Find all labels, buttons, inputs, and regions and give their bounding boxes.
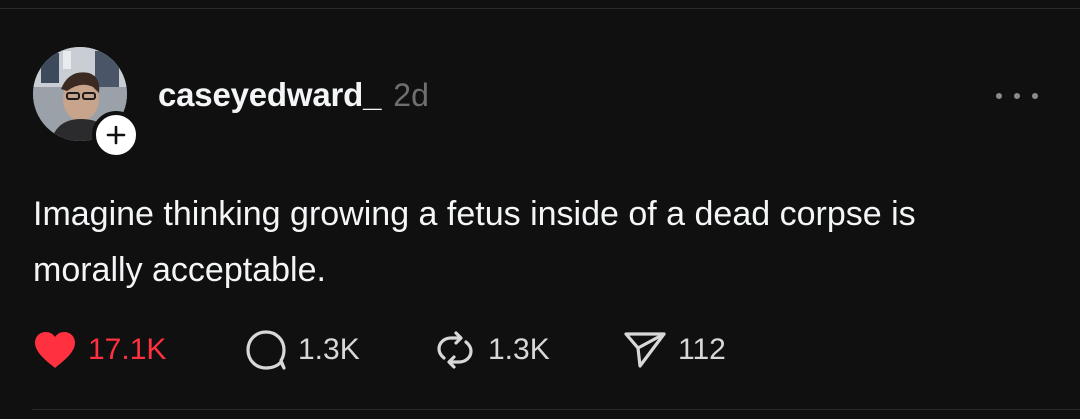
comment-count: 1.3K [298,333,360,366]
author-avatar-container[interactable] [33,47,140,159]
like-count: 17.1K [88,333,167,366]
heart-icon [35,332,75,368]
plus-icon [106,125,126,145]
username-link[interactable]: caseyedward_ [158,78,381,111]
repost-button[interactable]: 1.3K [432,328,550,372]
ellipsis-dot [1032,93,1038,99]
post-timestamp: 2d [393,77,429,113]
follow-button[interactable] [92,111,140,159]
send-icon [624,332,666,368]
repost-icon [437,331,473,369]
repost-count: 1.3K [488,333,550,366]
post-body-text: Imagine thinking growing a fetus inside … [33,195,916,289]
post-actions-bar: 17.1K 1.3K 1.3K 112 [32,328,792,372]
share-count: 112 [678,333,726,366]
ellipsis-dot [1014,93,1020,99]
share-button[interactable]: 112 [622,328,726,372]
ellipsis-dot [996,93,1002,99]
post-header: caseyedward_ 2d [158,78,429,111]
like-button[interactable]: 17.1K [32,328,166,372]
more-options-button[interactable] [996,84,1038,108]
bottom-divider [32,409,1080,410]
top-divider [0,8,1080,9]
threads-post: caseyedward_ 2d Imagine thinking growing… [0,0,1080,419]
comment-icon [246,330,286,370]
comment-button[interactable]: 1.3K [244,328,360,372]
